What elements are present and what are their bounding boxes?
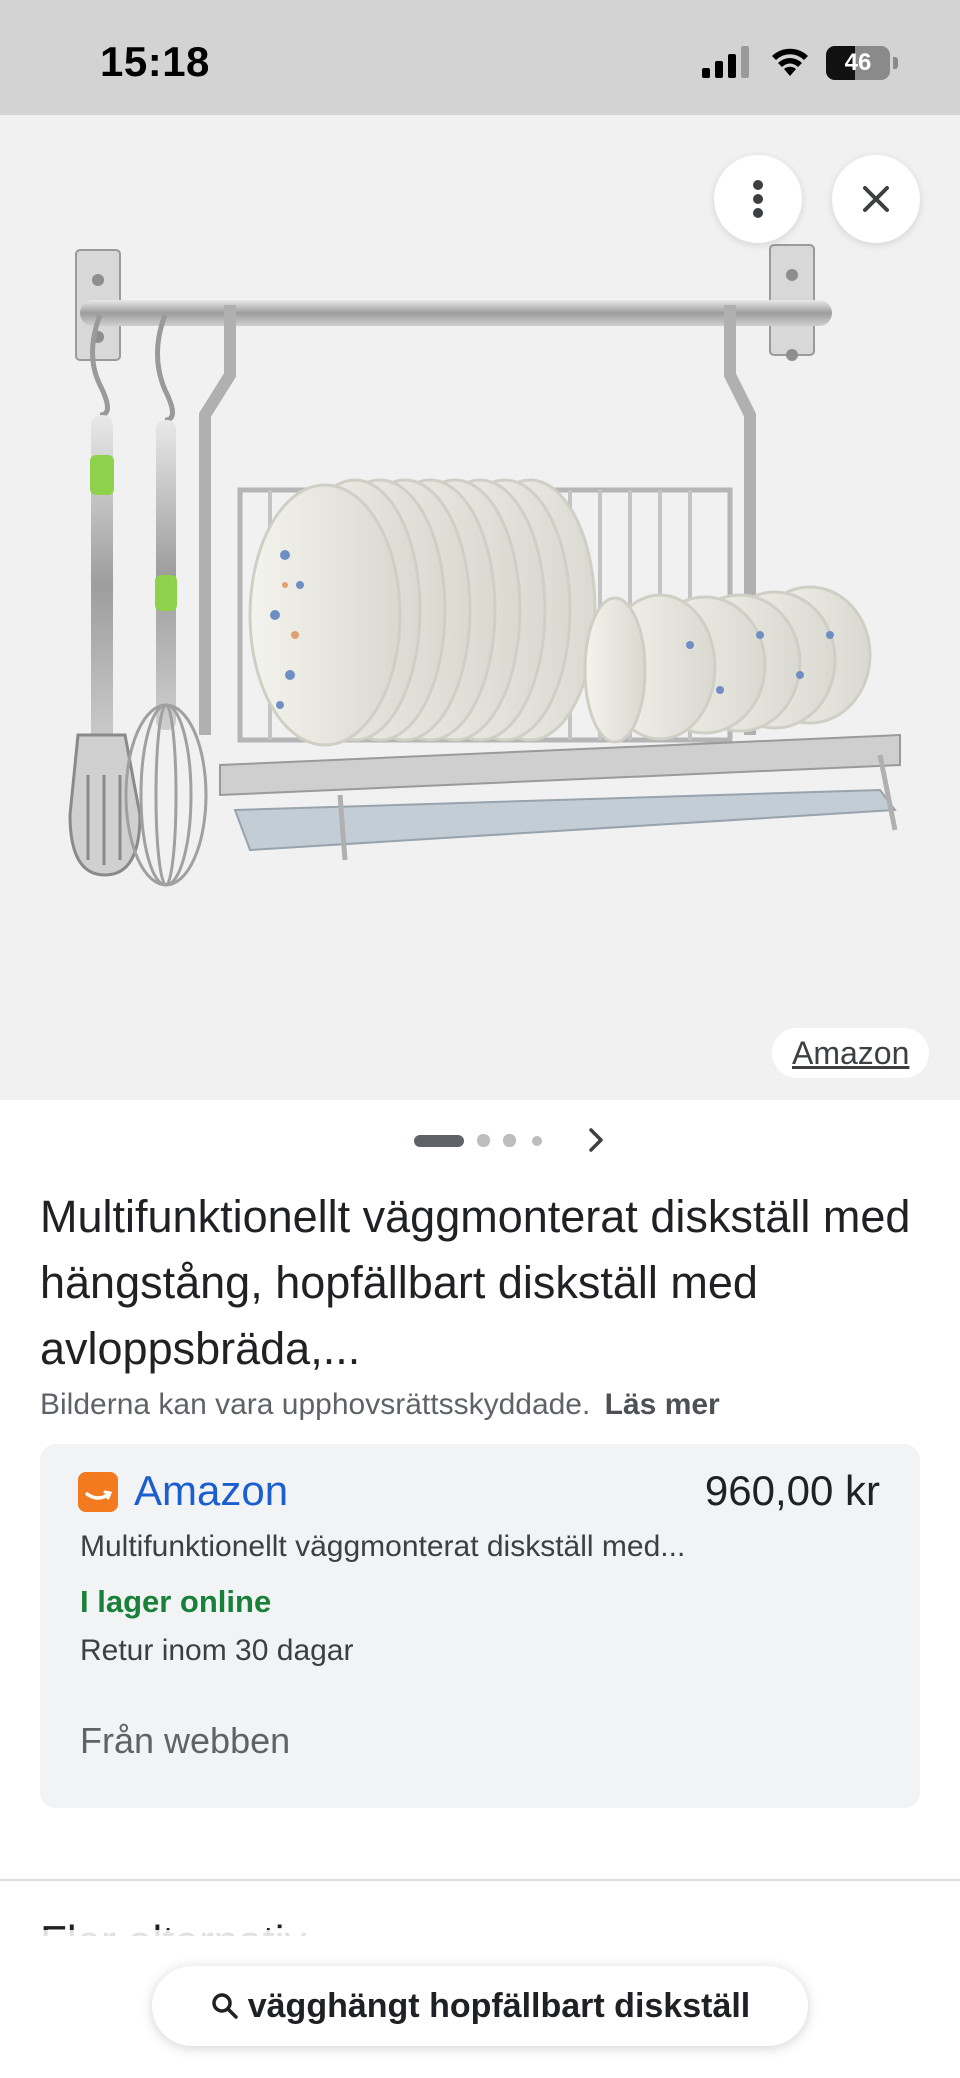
image-pager — [0, 1120, 960, 1160]
more-vert-icon — [753, 180, 763, 218]
close-icon — [863, 186, 889, 212]
close-button[interactable] — [832, 155, 920, 243]
amazon-logo-icon — [78, 1472, 118, 1512]
copyright-text: Bilderna kan vara upphovsrättsskyddade. — [40, 1388, 591, 1421]
pager-dot-active[interactable] — [414, 1135, 464, 1147]
return-policy: Retur inom 30 dagar — [80, 1634, 354, 1667]
pager-dot[interactable] — [477, 1134, 490, 1147]
more-options-button[interactable] — [714, 155, 802, 243]
search-query-text: vägghängt hopfällbart diskställ — [247, 1986, 751, 2025]
cellular-signal-icon — [702, 46, 749, 78]
read-more-link[interactable]: Läs mer — [605, 1388, 720, 1421]
product-image — [68, 244, 901, 887]
status-time: 15:18 — [100, 38, 210, 85]
offer-card[interactable]: Amazon 960,00 kr Multifunktionellt väggm… — [40, 1444, 920, 1808]
search-query-pill[interactable]: vägghängt hopfällbart diskställ — [152, 1966, 808, 2046]
pager-dot[interactable] — [503, 1134, 516, 1147]
chevron-right-icon[interactable] — [580, 1124, 612, 1156]
product-image-viewer[interactable]: Amazon — [0, 115, 960, 1100]
search-icon — [211, 1993, 238, 2019]
price: 960,00 kr — [704, 1467, 880, 1514]
stock-status: I lager online — [80, 1584, 272, 1619]
battery-level: 46 — [844, 49, 872, 76]
battery-icon: 46 — [826, 46, 898, 80]
offer-source: Från webben — [80, 1720, 291, 1761]
section-divider — [0, 1879, 960, 1881]
copyright-notice: Bilderna kan vara upphovsrättsskyddade. … — [40, 1388, 720, 1422]
pager-dot[interactable] — [532, 1136, 542, 1146]
image-source-link[interactable]: Amazon — [772, 1028, 930, 1078]
merchant-name[interactable]: Amazon — [134, 1466, 288, 1516]
wifi-icon — [772, 48, 808, 76]
status-bar: 15:18 46 — [0, 0, 960, 115]
offer-description: Multifunktionellt väggmonterat diskställ… — [80, 1530, 686, 1563]
product-title[interactable]: Multifunktionellt väggmonterat diskställ… — [40, 1184, 920, 1382]
